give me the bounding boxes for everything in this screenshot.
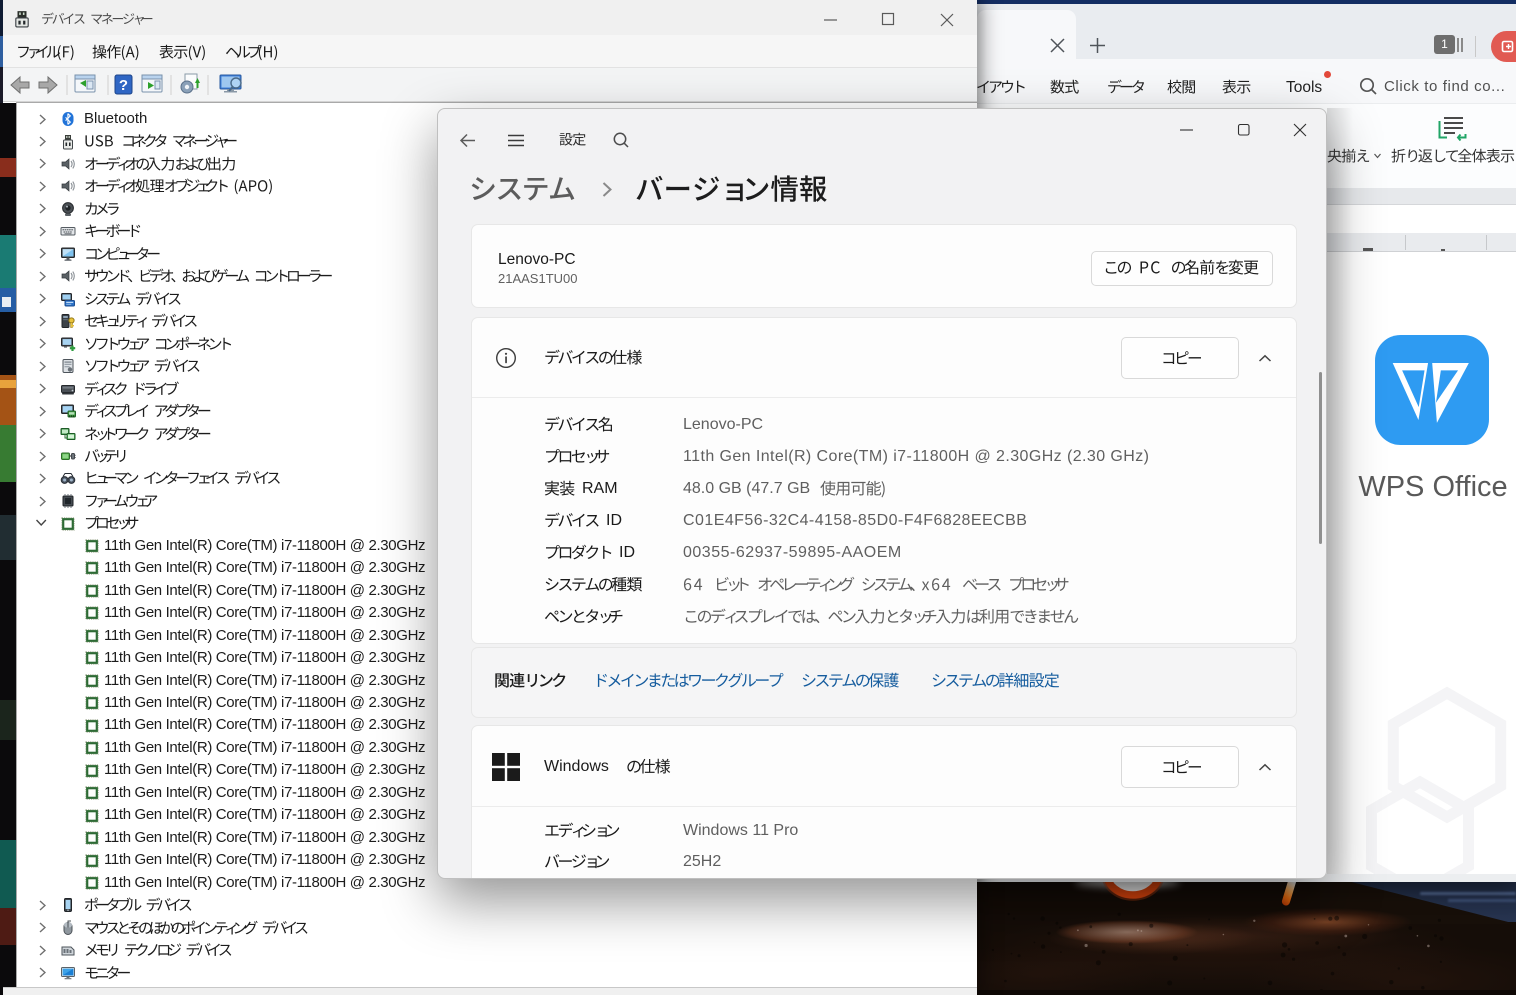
svg-text:?: ? [119,77,128,94]
